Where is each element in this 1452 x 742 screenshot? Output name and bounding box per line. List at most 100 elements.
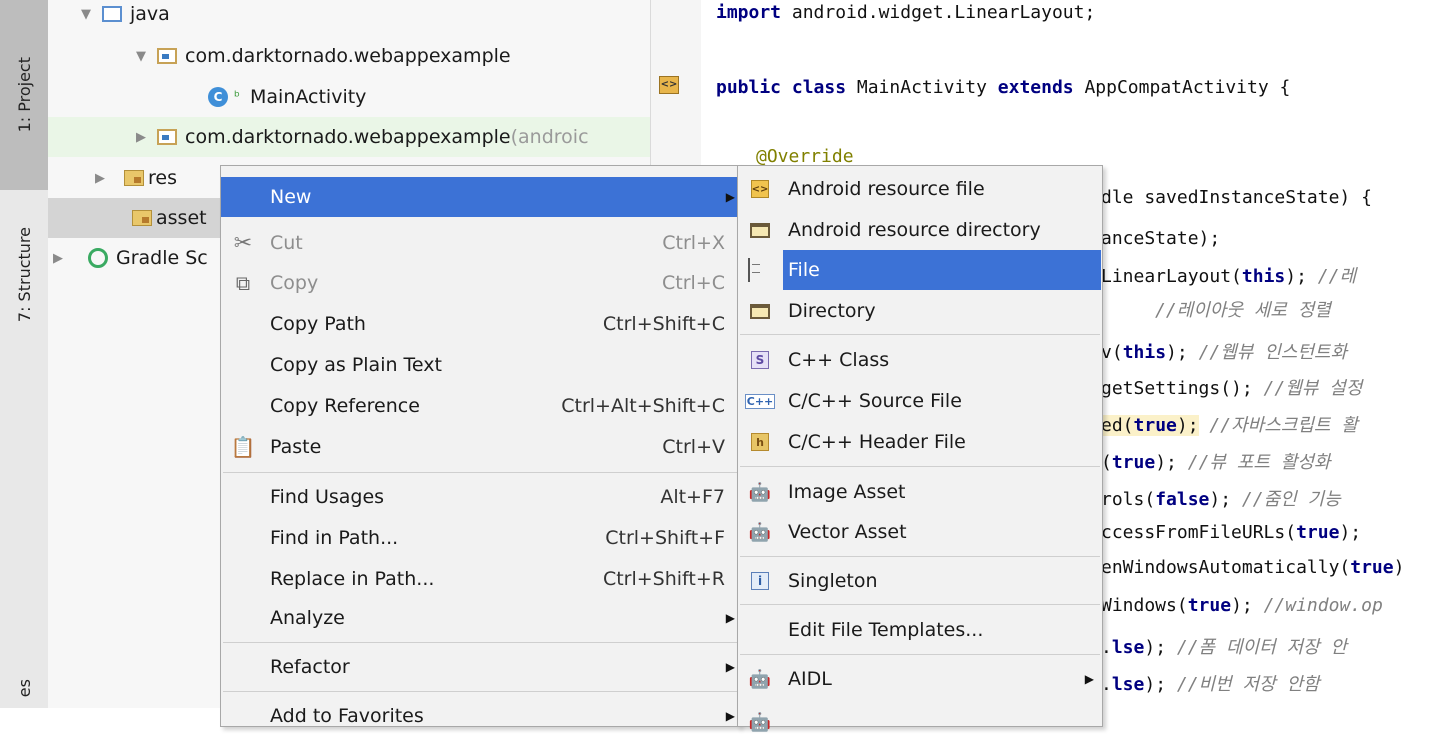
- menu-item-copy-plain-text[interactable]: Copy as Plain Text: [221, 345, 739, 385]
- structure-tab-label: 7: Structure: [14, 227, 34, 323]
- code-line: .lse); //폼 데이터 저장 안: [1101, 637, 1347, 658]
- copy-icon: ⧉: [235, 271, 251, 295]
- submenu-item-aidl[interactable]: 🤖 AIDL ▶: [738, 659, 1102, 699]
- code-line: ccessFromFileURLs(true);: [1101, 522, 1362, 543]
- menu-item-label: Find Usages: [270, 486, 385, 508]
- resource-file-icon: <>: [748, 178, 772, 200]
- menu-item-new[interactable]: New ▶: [221, 177, 739, 217]
- menu-item-find-usages[interactable]: Find Usages Alt+F7: [221, 477, 739, 517]
- tree-row-label: Gradle Sc: [116, 247, 208, 269]
- submenu-item-cpp-class[interactable]: S C++ Class: [738, 340, 1102, 380]
- collapsed-arrow-icon[interactable]: ▶: [50, 251, 66, 266]
- menu-item-label: Copy Reference: [270, 395, 420, 417]
- submenu-item-image-asset[interactable]: 🤖 Image Asset: [738, 472, 1102, 512]
- submenu-arrow-icon: ▶: [725, 709, 735, 723]
- expanded-arrow-icon[interactable]: ▼: [78, 7, 94, 22]
- menu-item-add-to-favorites[interactable]: Add to Favorites ▶: [221, 696, 739, 736]
- cpp-class-icon: S: [748, 349, 772, 371]
- lock-icon: ᵇ: [234, 89, 240, 105]
- package-icon: [157, 48, 177, 64]
- folder-icon: [748, 300, 772, 322]
- project-tool-tab[interactable]: 1: Project: [0, 0, 48, 190]
- submenu-item-singleton[interactable]: i Singleton: [738, 561, 1102, 601]
- menu-item-label: Image Asset: [788, 481, 906, 503]
- menu-item-cut[interactable]: ✂ Cut Ctrl+X: [221, 223, 739, 263]
- bottom-tool-tab[interactable]: es: [0, 668, 48, 708]
- menu-item-copy-reference[interactable]: Copy Reference Ctrl+Alt+Shift+C: [221, 386, 739, 426]
- tree-row-label: com.darktornado.webappexample: [185, 126, 511, 148]
- menu-item-label: Copy Path: [270, 313, 366, 335]
- submenu-arrow-icon: ▶: [725, 611, 735, 625]
- submenu-item-android-resource-file[interactable]: <> Android resource file: [738, 169, 1102, 209]
- menu-item-shortcut: Ctrl+Alt+Shift+C: [561, 395, 725, 417]
- menu-item-label: Directory: [788, 300, 876, 322]
- code-line: Windows(true); //window.op: [1101, 595, 1383, 616]
- menu-separator: [223, 691, 737, 692]
- class-icon: C: [208, 87, 228, 107]
- menu-item-label: Vector Asset: [788, 521, 907, 543]
- scissors-icon: ✂: [233, 230, 253, 256]
- bottom-tab-label: es: [14, 678, 34, 698]
- menu-item-replace-in-path[interactable]: Replace in Path... Ctrl+Shift+R: [221, 559, 739, 599]
- menu-item-label: New: [270, 186, 312, 208]
- menu-item-label: Add to Favorites: [270, 705, 424, 727]
- menu-item-analyze[interactable]: Analyze ▶: [221, 598, 739, 638]
- tree-row-package-test[interactable]: ▶ com.darktornado.webappexample (androic: [48, 117, 650, 157]
- tree-row-label: res: [148, 167, 177, 189]
- code-line: v(this); //웹뷰 인스턴트화: [1101, 342, 1348, 363]
- submenu-item-file[interactable]: File: [783, 250, 1101, 290]
- menu-separator: [740, 604, 1100, 605]
- code-line: //레이아웃 세로 정렬: [1155, 300, 1331, 321]
- tree-row-label: java: [130, 3, 170, 25]
- layout-file-icon[interactable]: <>: [659, 76, 679, 94]
- collapsed-arrow-icon[interactable]: ▶: [92, 171, 108, 186]
- expanded-arrow-icon[interactable]: ▼: [133, 49, 149, 64]
- menu-item-label: Cut: [270, 232, 303, 254]
- submenu-item-directory[interactable]: Directory: [738, 291, 1102, 331]
- tree-row-label: asset: [156, 207, 207, 229]
- android-icon: 🤖: [748, 481, 772, 503]
- submenu-item-android-resource-directory[interactable]: Android resource directory: [738, 210, 1102, 250]
- tree-row-mainactivity[interactable]: C ᵇ MainActivity: [48, 77, 650, 117]
- gradle-icon: [88, 248, 108, 268]
- submenu-item-edit-file-templates[interactable]: Edit File Templates...: [738, 610, 1102, 650]
- menu-item-find-in-path[interactable]: Find in Path... Ctrl+Shift+F: [221, 518, 739, 558]
- context-menu: New ▶ ✂ Cut Ctrl+X ⧉ Copy Ctrl+C Copy Pa…: [220, 165, 740, 727]
- submenu-arrow-icon: ▶: [1084, 672, 1094, 686]
- cpp-source-icon: C++: [744, 393, 776, 409]
- menu-item-refactor[interactable]: Refactor ▶: [221, 647, 739, 687]
- singleton-icon: i: [748, 570, 772, 592]
- structure-tool-tab[interactable]: 7: Structure: [0, 200, 48, 350]
- android-icon: 🤖: [748, 521, 772, 543]
- submenu-item-cpp-header-file[interactable]: h C/C++ Header File: [738, 422, 1102, 462]
- code-line: @Override: [756, 146, 854, 167]
- folder-icon: [748, 219, 772, 241]
- collapsed-arrow-icon[interactable]: ▶: [133, 130, 149, 145]
- menu-item-copy-path[interactable]: Copy Path Ctrl+Shift+C: [221, 304, 739, 344]
- menu-item-paste[interactable]: 📋 Paste Ctrl+V: [221, 427, 739, 467]
- package-icon: [157, 129, 177, 145]
- menu-item-label: AIDL: [788, 668, 832, 690]
- code-line: dle savedInstanceState) {: [1101, 187, 1372, 208]
- resource-folder-icon: [124, 170, 144, 186]
- menu-item-label: C/C++ Source File: [788, 390, 962, 412]
- menu-item-label: C++ Class: [788, 349, 890, 371]
- submenu-item-cpp-source-file[interactable]: C++ C/C++ Source File: [738, 381, 1102, 421]
- code-line: LinearLayout(this); //레: [1101, 266, 1357, 287]
- menu-item-shortcut: Ctrl+X: [662, 232, 725, 254]
- submenu-arrow-icon: ▶: [725, 190, 735, 204]
- menu-item-label: Refactor: [270, 656, 350, 678]
- menu-item-shortcut: Ctrl+Shift+F: [605, 527, 725, 549]
- menu-item-shortcut: Ctrl+C: [662, 272, 725, 294]
- menu-item-label: C/C++ Header File: [788, 431, 966, 453]
- submenu-item-partial[interactable]: 🤖: [738, 702, 1102, 742]
- menu-item-copy[interactable]: ⧉ Copy Ctrl+C: [221, 263, 739, 303]
- header-file-icon: h: [748, 431, 772, 453]
- menu-item-shortcut: Ctrl+Shift+C: [602, 313, 725, 335]
- tree-row-java[interactable]: ▼ java: [48, 0, 650, 34]
- menu-separator: [223, 472, 737, 473]
- tree-row-package[interactable]: ▼ com.darktornado.webappexample: [48, 36, 650, 76]
- submenu-arrow-icon: ▶: [725, 660, 735, 674]
- resource-folder-icon: [132, 210, 152, 226]
- submenu-item-vector-asset[interactable]: 🤖 Vector Asset: [738, 512, 1102, 552]
